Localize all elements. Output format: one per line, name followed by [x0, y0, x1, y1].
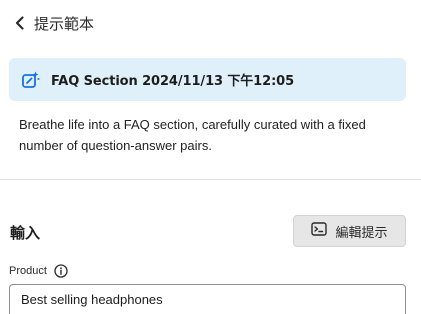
- prompt-description: Breathe life into a FAQ section, careful…: [19, 117, 366, 153]
- product-field-label-row: Product: [9, 264, 68, 278]
- product-field-label: Product: [9, 265, 47, 277]
- prompt-title-banner: FAQ Section 2024/11/13 下午12:05: [9, 58, 406, 101]
- edit-prompt-button[interactable]: 編輯提示: [293, 215, 406, 247]
- prompt-title: FAQ Section 2024/11/13 下午12:05: [51, 74, 295, 89]
- chevron-left-icon: [14, 15, 26, 31]
- back-button[interactable]: 提示範本: [14, 11, 94, 35]
- input-section-title: 輸入: [10, 224, 41, 242]
- product-input-value: Best selling headphones: [21, 292, 163, 307]
- back-label: 提示範本: [34, 14, 95, 33]
- edit-prompt-label: 編輯提示: [335, 225, 388, 241]
- terminal-prompt-icon: [311, 221, 328, 241]
- section-divider: [0, 179, 421, 180]
- sparkle-edit-icon: [21, 70, 41, 90]
- product-input[interactable]: Best selling headphones: [9, 284, 406, 314]
- info-icon[interactable]: [54, 264, 68, 278]
